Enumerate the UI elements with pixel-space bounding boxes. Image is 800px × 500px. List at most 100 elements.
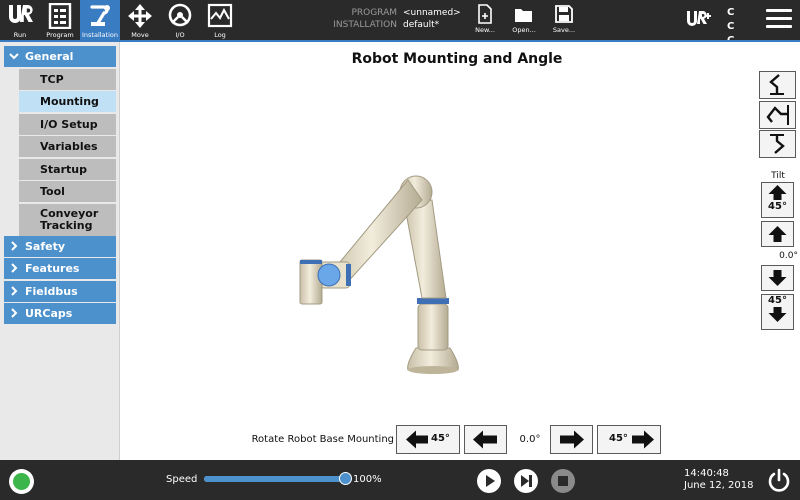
nav-io[interactable]: I/O [160, 0, 200, 40]
sidebar-item-label: TCP [40, 73, 64, 86]
arrow-up-icon [768, 226, 787, 242]
top-bar: Run Program Installation Move I/O Log PR… [0, 0, 800, 60]
nav-installation[interactable]: Installation [80, 0, 120, 40]
sidebar-item-label: I/O Setup [40, 118, 98, 131]
arrow-right-icon [560, 430, 584, 449]
sidebar-item-tool[interactable]: Tool [19, 181, 116, 202]
power-icon[interactable] [765, 467, 793, 495]
rotate-right-45-button[interactable]: 45° [597, 425, 661, 454]
sidebar-item-startup[interactable]: Startup [19, 159, 116, 180]
mount-wall-button[interactable] [759, 101, 796, 129]
sidebar-section-label: Features [25, 262, 80, 275]
sidebar-section-features[interactable]: Features [4, 258, 116, 279]
sidebar-section-label: Fieldbus [25, 285, 78, 298]
chevron-right-icon [11, 286, 18, 296]
new-button-label: New... [475, 26, 495, 34]
speed-slider-fill [204, 476, 346, 482]
nav-log-label: Log [214, 31, 226, 39]
speed-slider[interactable] [204, 472, 352, 485]
io-icon [168, 3, 192, 27]
mount-floor-icon [769, 74, 784, 95]
nav-installation-label: Installation [81, 31, 118, 39]
sidebar-item-variables[interactable]: Variables [19, 136, 116, 157]
nav-run-label: Run [13, 31, 27, 39]
chevron-right-icon [11, 241, 18, 251]
sidebar-item-label: Variables [40, 140, 98, 153]
mount-ceiling-button[interactable] [759, 130, 796, 158]
clock: 14:40:48 June 12, 2018 [684, 468, 754, 492]
polyscope-window: Run Program Installation Move I/O Log PR… [0, 0, 800, 500]
program-info-keys: PROGRAM INSTALLATION [330, 7, 397, 31]
rotate-left-step-button[interactable] [464, 425, 507, 454]
status-light-icon [13, 473, 30, 490]
sidebar-item-label: Mounting [40, 95, 99, 108]
nav-io-label: I/O [175, 31, 185, 39]
sidebar-section-label: URCaps [25, 307, 73, 320]
urplus-icon[interactable] [686, 9, 714, 31]
chevron-right-icon [11, 308, 18, 318]
step-button[interactable] [514, 469, 538, 493]
new-button[interactable]: New... [468, 4, 502, 38]
page-title: Robot Mounting and Angle [351, 51, 563, 67]
nav-log[interactable]: Log [200, 0, 240, 40]
controller-status-row-1: C C [727, 7, 740, 32]
nav-run[interactable]: Run [0, 0, 40, 40]
robot-status-indicator[interactable] [9, 469, 34, 494]
arrow-down-icon [768, 307, 787, 322]
open-button[interactable]: Open... [507, 4, 541, 38]
arrow-up-icon [768, 185, 787, 200]
sidebar-item-io-setup[interactable]: I/O Setup [19, 114, 116, 135]
tilt-up-step-button[interactable] [761, 221, 794, 247]
tilt-down-45-label: 45° [768, 295, 787, 306]
arrow-left-icon [406, 430, 428, 449]
nav-program[interactable]: Program [40, 0, 80, 40]
nav-move-label: Move [131, 31, 149, 39]
play-button[interactable] [477, 469, 501, 493]
nav-move[interactable]: Move [120, 0, 160, 40]
mount-floor-button[interactable] [759, 71, 796, 99]
rotate-base-label: Rotate Robot Base Mounting [251, 434, 394, 445]
sidebar-section-label: General [25, 50, 74, 63]
rotate-right-step-button[interactable] [550, 425, 593, 454]
program-name: <unnamed> [403, 8, 461, 18]
stop-icon [558, 476, 568, 486]
speed-value: 100% [353, 474, 382, 485]
sidebar-item-mounting[interactable]: Mounting [19, 91, 116, 112]
sidebar-item-conveyor-tracking[interactable]: Conveyor Tracking [19, 204, 116, 236]
play-icon [486, 475, 495, 487]
stop-button[interactable] [551, 469, 575, 493]
arrow-down-icon [768, 270, 787, 286]
hamburger-menu-icon[interactable] [766, 9, 792, 31]
tilt-up-45-button[interactable]: 45° [761, 182, 794, 218]
rotate-left-45-button[interactable]: 45° [396, 425, 460, 454]
save-icon [555, 5, 573, 23]
speed-label: Speed [166, 474, 198, 485]
installation-sidebar: General TCP Mounting I/O Setup Variables… [0, 42, 120, 460]
ur-logo-icon [9, 5, 33, 23]
step-icon [521, 475, 532, 487]
sidebar-section-safety[interactable]: Safety [4, 236, 116, 257]
log-icon [207, 3, 233, 28]
installation-key: INSTALLATION [333, 20, 397, 30]
sidebar-section-fieldbus[interactable]: Fieldbus [4, 281, 116, 302]
mounting-panel: Robot Mounting and Angle [121, 42, 800, 460]
arrow-right-icon [632, 430, 654, 449]
chevron-down-icon [9, 53, 19, 60]
mount-ceiling-icon [770, 134, 785, 154]
tilt-down-step-button[interactable] [761, 265, 794, 291]
sidebar-section-urcaps[interactable]: URCaps [4, 303, 116, 324]
chevron-right-icon [11, 263, 18, 273]
tilt-down-45-button[interactable]: 45° [761, 294, 794, 330]
installation-name: default* [403, 20, 440, 30]
installation-icon [90, 5, 110, 26]
program-icon [48, 3, 72, 29]
speed-slider-handle[interactable] [339, 472, 352, 485]
program-key: PROGRAM [351, 8, 397, 18]
nav-program-label: Program [46, 31, 74, 39]
sidebar-item-tcp[interactable]: TCP [19, 69, 116, 90]
tilt-value: 0.0° [779, 251, 798, 261]
save-button[interactable]: Save... [547, 4, 581, 38]
move-icon [128, 4, 152, 28]
open-button-label: Open... [512, 26, 536, 34]
sidebar-section-general[interactable]: General [4, 46, 116, 67]
